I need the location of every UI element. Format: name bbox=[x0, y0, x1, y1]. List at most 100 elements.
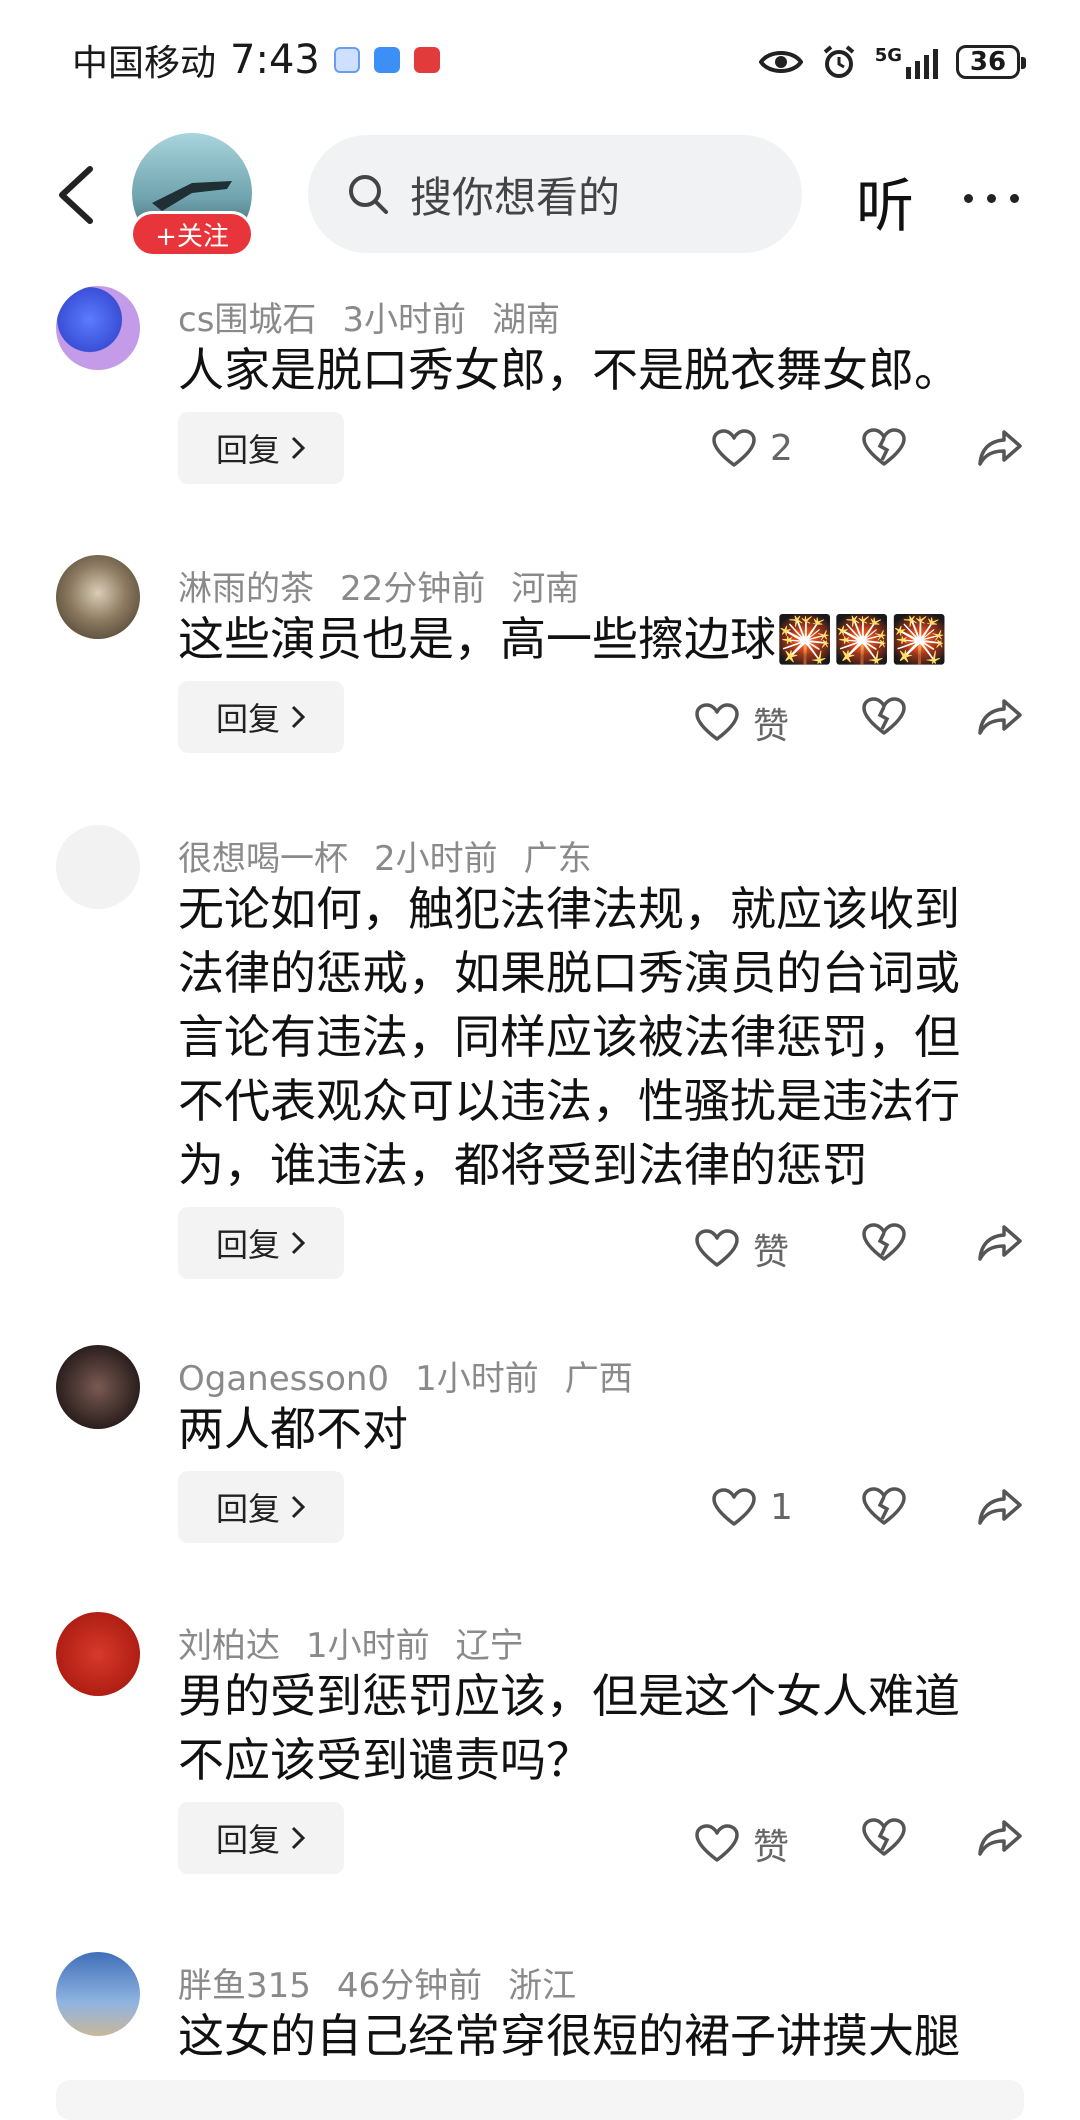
comment-text-line: 这女的自己经常穿很短的裙子讲摸大腿 bbox=[178, 2009, 960, 2063]
heart-icon bbox=[695, 1824, 739, 1864]
commenter-name[interactable]: 胖鱼315 bbox=[178, 1966, 311, 2006]
heart-broken-icon[interactable] bbox=[862, 697, 906, 741]
reply-preview-box[interactable] bbox=[56, 2080, 1024, 2120]
chevron-right-icon bbox=[290, 435, 306, 461]
comment-meta: 很想喝一杯 2小时前 广东 bbox=[178, 831, 618, 880]
comment-meta: Oganesson0 1小时前 广西 bbox=[178, 1351, 659, 1400]
reply-label: 回复 bbox=[215, 1490, 280, 1528]
share-icon[interactable] bbox=[976, 1818, 1024, 1862]
reply-label: 回复 bbox=[215, 1226, 280, 1264]
reply-label: 回复 bbox=[215, 1821, 280, 1859]
like-button[interactable]: 赞 bbox=[695, 697, 789, 749]
commenter-avatar[interactable] bbox=[56, 825, 140, 909]
search-input[interactable]: 搜你想看的 bbox=[308, 135, 802, 253]
comment-meta: 胖鱼315 46分钟前 浙江 bbox=[178, 1958, 602, 2007]
like-button[interactable]: 赞 bbox=[695, 1818, 789, 1870]
like-count: 2 bbox=[770, 428, 793, 469]
comment-time: 46分钟前 bbox=[336, 1966, 483, 2006]
comment-text: 无论如何，触犯法律法规，就应该收到 法律的惩戒，如果脱口秀演员的台词或 言论有违法，… bbox=[178, 877, 998, 1197]
comment-meta: cs围城石 3小时前 湖南 bbox=[178, 292, 586, 341]
heart-broken-icon[interactable] bbox=[862, 1818, 906, 1862]
comment-text-line: 不代表观众可以违法，性骚扰是违法行 bbox=[178, 1074, 960, 1128]
comment-text: 男的受到惩罚应该，但是这个女人难道 不应该受到谴责吗？ bbox=[178, 1664, 998, 1792]
battery-level: 36 bbox=[969, 47, 1007, 77]
commenter-name[interactable]: 很想喝一杯 bbox=[178, 839, 348, 879]
top-nav: +关注 搜你想看的 听 bbox=[0, 125, 1080, 265]
more-icon[interactable] bbox=[964, 173, 1064, 223]
commenter-avatar[interactable] bbox=[56, 1345, 140, 1429]
reply-button[interactable]: 回复 bbox=[178, 1802, 344, 1874]
commenter-avatar[interactable] bbox=[56, 1952, 140, 2036]
back-button[interactable] bbox=[48, 155, 108, 235]
share-icon[interactable] bbox=[976, 428, 1024, 472]
comment-meta: 刘柏达 1小时前 辽宁 bbox=[178, 1618, 550, 1667]
comment-time: 1小时前 bbox=[415, 1359, 539, 1399]
like-count: 1 bbox=[770, 1487, 793, 1528]
commenter-name[interactable]: 淋雨的茶 bbox=[178, 569, 314, 609]
share-icon[interactable] bbox=[976, 1223, 1024, 1267]
eye-icon bbox=[758, 51, 803, 73]
reply-label: 回复 bbox=[215, 431, 280, 469]
comment-text: 人家是脱口秀女郎，不是脱衣舞女郎。 bbox=[178, 338, 998, 402]
chevron-right-icon bbox=[290, 1825, 306, 1851]
comment-time: 22分钟前 bbox=[340, 569, 486, 609]
heart-icon bbox=[712, 428, 756, 469]
status-bar: 中国移动 7:43 5G 36 bbox=[0, 0, 1080, 120]
commenter-avatar[interactable] bbox=[56, 555, 140, 639]
heart-icon bbox=[712, 1487, 756, 1528]
comment-time: 2小时前 bbox=[374, 839, 498, 879]
like-button[interactable]: 1 bbox=[712, 1487, 793, 1528]
like-button[interactable]: 赞 bbox=[695, 1223, 789, 1275]
comment-meta: 淋雨的茶 22分钟前 河南 bbox=[178, 561, 605, 610]
comment-text: 这女的自己经常穿很短的裙子讲摸大腿 bbox=[178, 2004, 998, 2068]
comment-time: 3小时前 bbox=[342, 300, 467, 340]
comment-text-line: 为，谁违法，都将受到法律的惩罚 bbox=[178, 1138, 868, 1192]
chat-app-icon bbox=[373, 47, 400, 73]
share-icon[interactable] bbox=[976, 697, 1024, 741]
reply-button[interactable]: 回复 bbox=[178, 681, 344, 753]
comment-text: 这些演员也是，高一些擦边球🎇🎇🎇 bbox=[178, 607, 998, 671]
reply-button[interactable]: 回复 bbox=[178, 1207, 344, 1279]
commenter-avatar[interactable] bbox=[56, 286, 140, 370]
listen-button[interactable]: 听 bbox=[856, 159, 914, 243]
comment-text-line: 不应该受到谴责吗？ bbox=[178, 1733, 592, 1787]
chevron-right-icon bbox=[290, 1494, 306, 1520]
heart-broken-icon[interactable] bbox=[862, 1223, 906, 1267]
heart-icon bbox=[695, 703, 739, 743]
comment-text-line: 这些演员也是，高一些擦边球🎇🎇🎇 bbox=[178, 612, 948, 666]
heart-broken-icon[interactable] bbox=[862, 428, 906, 472]
huawei-app-icon bbox=[413, 47, 440, 73]
status-right: 5G 36 bbox=[758, 40, 1026, 84]
commenter-name[interactable]: 刘柏达 bbox=[178, 1626, 280, 1666]
comment-text: 两人都不对 bbox=[178, 1397, 998, 1461]
comment-time: 1小时前 bbox=[306, 1626, 430, 1666]
network-label: 5G bbox=[874, 45, 902, 66]
search-placeholder: 搜你想看的 bbox=[410, 172, 621, 222]
comment-location: 浙江 bbox=[508, 1966, 577, 2006]
heart-broken-icon[interactable] bbox=[862, 1487, 906, 1531]
comment-location: 辽宁 bbox=[455, 1626, 524, 1666]
battery-indicator: 36 bbox=[956, 45, 1026, 79]
like-button[interactable]: 2 bbox=[712, 428, 793, 469]
commenter-name[interactable]: cs围城石 bbox=[178, 300, 316, 340]
like-count: 赞 bbox=[753, 1232, 790, 1273]
reply-button[interactable]: 回复 bbox=[178, 1471, 344, 1543]
alarm-icon bbox=[823, 45, 854, 78]
chevron-right-icon bbox=[290, 704, 306, 730]
author-avatar-group[interactable]: +关注 bbox=[130, 133, 254, 263]
chevron-right-icon bbox=[290, 1230, 306, 1256]
comment-location: 湖南 bbox=[492, 300, 561, 340]
follow-button[interactable]: +关注 bbox=[130, 211, 254, 257]
like-count: 赞 bbox=[753, 706, 790, 747]
share-icon[interactable] bbox=[976, 1487, 1024, 1531]
chevron-left-icon bbox=[59, 166, 93, 224]
comment-location: 广东 bbox=[523, 839, 592, 879]
comment-location: 广西 bbox=[564, 1359, 633, 1399]
status-left: 中国移动 7:43 bbox=[72, 36, 440, 84]
reply-button[interactable]: 回复 bbox=[178, 412, 344, 484]
comment-text-line: 无论如何，触犯法律法规，就应该收到 bbox=[178, 882, 960, 936]
commenter-name[interactable]: Oganesson0 bbox=[178, 1359, 389, 1399]
commenter-avatar[interactable] bbox=[56, 1612, 140, 1696]
heart-icon bbox=[695, 1229, 739, 1269]
calendar-app-icon bbox=[333, 47, 360, 73]
